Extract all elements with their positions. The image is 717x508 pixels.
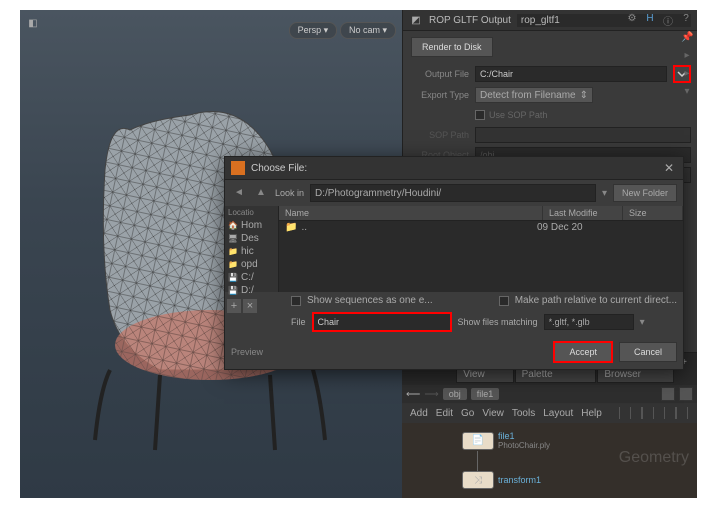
folder-up-icon: 📁 bbox=[285, 222, 297, 233]
folder-icon: 📁 bbox=[228, 247, 238, 257]
geometry-watermark: Geometry bbox=[619, 449, 689, 467]
houdini-icon[interactable]: H bbox=[643, 13, 657, 27]
file-input[interactable] bbox=[312, 312, 452, 332]
locations-header: Locatio bbox=[225, 206, 278, 219]
help-icon[interactable]: ? bbox=[679, 13, 693, 27]
node-transform1-label: transform1 bbox=[498, 475, 541, 485]
col-name[interactable]: Name bbox=[279, 206, 543, 220]
filter-label: Show files matching bbox=[458, 317, 538, 327]
dialog-title: Choose File: bbox=[251, 163, 655, 174]
network-icon2[interactable] bbox=[679, 387, 693, 401]
toolbar-icon2[interactable] bbox=[629, 406, 632, 420]
col-size[interactable]: Size bbox=[623, 206, 683, 220]
location-desktop[interactable]: 🖥Des bbox=[225, 232, 278, 245]
drive-icon: 💾 bbox=[228, 273, 238, 283]
drive-icon: 💾 bbox=[228, 286, 238, 296]
houdini-dialog-icon bbox=[231, 161, 245, 175]
sequences-label: Show sequences as one e... bbox=[307, 295, 433, 306]
persp-dropdown[interactable]: Persp ▾ bbox=[289, 22, 338, 39]
toolbar-icon3[interactable] bbox=[640, 406, 643, 420]
gear-icon[interactable]: ⚙ bbox=[625, 13, 639, 27]
look-in-field[interactable]: D:/Photogrammetry/Houdini/ bbox=[310, 184, 596, 202]
nav-fwd-icon[interactable]: ⟶ bbox=[424, 389, 438, 400]
use-sop-checkbox[interactable] bbox=[475, 110, 485, 120]
menu-help[interactable]: Help bbox=[581, 408, 602, 419]
preview-toggle[interactable]: Preview bbox=[231, 347, 263, 357]
remove-location-button[interactable]: × bbox=[243, 299, 257, 313]
network-canvas[interactable]: Geometry 📄 file1 PhotoChair.ply ⤨ transf… bbox=[402, 423, 697, 498]
use-sop-label: Use SOP Path bbox=[489, 110, 547, 120]
file-label: File bbox=[291, 317, 306, 327]
node-transform1[interactable]: ⤨ transform1 bbox=[462, 471, 541, 489]
locations-sidebar: Locatio 🏠Hom 🖥Des 📁hic 📁opd 💾C:/ 💾D:/ +× bbox=[225, 206, 279, 292]
menu-add[interactable]: Add bbox=[410, 408, 428, 419]
file-icon: 📄 bbox=[472, 435, 484, 446]
pin-icon[interactable]: 📌 bbox=[681, 32, 693, 44]
export-type-label: Export Type bbox=[409, 90, 469, 100]
node-type-label: ROP GLTF Output bbox=[429, 15, 511, 26]
desktop-icon: 🖥 bbox=[228, 234, 238, 244]
file-dialog: Choose File: ✕ ◄ ▲ Look in D:/Photogramm… bbox=[224, 156, 684, 370]
folder-icon: 📁 bbox=[228, 260, 238, 270]
camera-dropdown[interactable]: No cam ▾ bbox=[340, 22, 396, 39]
menu-go[interactable]: Go bbox=[461, 408, 474, 419]
toolbar-icon1[interactable] bbox=[618, 406, 621, 420]
menu-view[interactable]: View bbox=[482, 408, 504, 419]
filter-dropdown-icon[interactable]: ▾ bbox=[640, 317, 645, 328]
node-type-icon: ◩ bbox=[409, 13, 423, 27]
toolbar-icon4[interactable] bbox=[652, 406, 655, 420]
param-header: ◩ ROP GLTF Output rop_gltf1 ⚙ H ⓘ ? bbox=[403, 10, 697, 31]
location-hic[interactable]: 📁hic bbox=[225, 245, 278, 258]
file-list[interactable]: Name Last Modifie Size 📁.. 09 Dec 20 bbox=[279, 206, 683, 292]
sop-path-field bbox=[475, 127, 691, 143]
expand2-icon[interactable]: ▸ bbox=[681, 68, 693, 80]
relative-checkbox[interactable] bbox=[499, 296, 509, 306]
cancel-button[interactable]: Cancel bbox=[619, 342, 677, 362]
network-panel: /obj/file1 Tree View Material Palette As… bbox=[402, 352, 697, 498]
new-folder-button[interactable]: New Folder bbox=[613, 184, 677, 202]
menu-tools[interactable]: Tools bbox=[512, 408, 535, 419]
render-to-disk-button[interactable]: Render to Disk bbox=[411, 37, 493, 57]
home-icon: 🏠 bbox=[228, 221, 238, 231]
toolbar-icon7[interactable] bbox=[686, 406, 689, 420]
path-file1[interactable]: file1 bbox=[471, 388, 500, 400]
info-icon[interactable]: ⓘ bbox=[661, 13, 675, 27]
path-obj[interactable]: obj bbox=[443, 388, 467, 400]
file-row-parent[interactable]: 📁.. 09 Dec 20 bbox=[279, 221, 683, 234]
chevron-icon[interactable]: ▾ bbox=[681, 86, 693, 98]
output-file-field[interactable]: C:/Chair bbox=[475, 66, 667, 82]
sequences-checkbox[interactable] bbox=[291, 296, 301, 306]
node-file1-label: file1 bbox=[498, 431, 550, 441]
col-date[interactable]: Last Modifie bbox=[543, 206, 623, 220]
nav-back-icon[interactable]: ⟵ bbox=[406, 389, 420, 400]
accept-button[interactable]: Accept bbox=[553, 341, 613, 363]
menu-edit[interactable]: Edit bbox=[436, 408, 453, 419]
location-c-drive[interactable]: 💾C:/ bbox=[225, 271, 278, 284]
close-icon[interactable]: ✕ bbox=[661, 161, 677, 175]
look-in-label: Look in bbox=[275, 188, 304, 198]
location-home[interactable]: 🏠Hom bbox=[225, 219, 278, 232]
add-location-button[interactable]: + bbox=[227, 299, 241, 313]
nav-back-button[interactable]: ◄ bbox=[231, 185, 247, 201]
transform-icon: ⤨ bbox=[474, 475, 482, 486]
output-file-label: Output File bbox=[409, 69, 469, 79]
location-opd[interactable]: 📁opd bbox=[225, 258, 278, 271]
toolbar-icon5[interactable] bbox=[663, 406, 666, 420]
node-file1[interactable]: 📄 file1 PhotoChair.ply bbox=[462, 431, 550, 450]
location-d-drive[interactable]: 💾D:/ bbox=[225, 284, 278, 297]
filter-input[interactable] bbox=[544, 314, 634, 330]
export-type-select[interactable]: Detect from Filename⇕ bbox=[475, 87, 593, 103]
network-icon1[interactable] bbox=[661, 387, 675, 401]
expand-icon[interactable]: ▸ bbox=[681, 50, 693, 62]
node-file1-extra: PhotoChair.ply bbox=[498, 441, 550, 450]
relative-label: Make path relative to current direct... bbox=[515, 295, 677, 306]
houdini-logo-icon: ◧ bbox=[26, 16, 40, 30]
look-dropdown-icon[interactable]: ▾ bbox=[602, 188, 607, 199]
toolbar-icon6[interactable] bbox=[674, 406, 677, 420]
nav-up-button[interactable]: ▲ bbox=[253, 185, 269, 201]
menu-layout[interactable]: Layout bbox=[543, 408, 573, 419]
sop-path-label: SOP Path bbox=[409, 130, 469, 140]
